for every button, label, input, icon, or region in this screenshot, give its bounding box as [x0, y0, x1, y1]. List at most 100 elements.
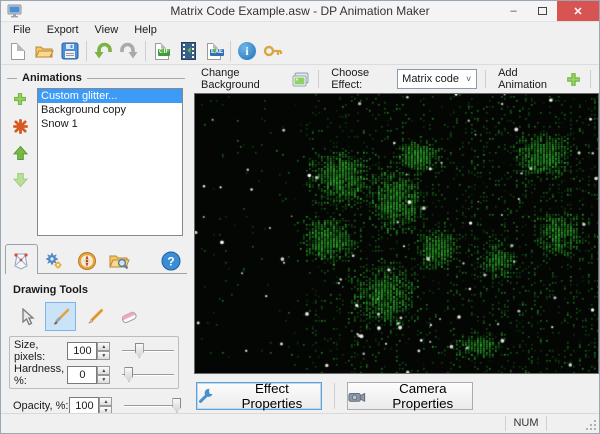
- resize-grip[interactable]: [585, 419, 597, 431]
- drawing-tools-title: Drawing Tools: [13, 284, 88, 296]
- toolbar-separator: [230, 41, 231, 61]
- size-value[interactable]: 100: [67, 342, 98, 360]
- spin-down-icon[interactable]: ▼: [97, 375, 111, 384]
- delete-animation-item-button[interactable]: [11, 117, 29, 135]
- export-gif-button[interactable]: GIF: [149, 39, 175, 63]
- redo-icon: [120, 42, 138, 59]
- slider-track: [122, 350, 174, 352]
- cursor-icon: [21, 307, 35, 325]
- camera-properties-label: Camera Properties: [392, 381, 454, 411]
- menu-file[interactable]: File: [5, 23, 39, 37]
- brush-icon: [53, 308, 69, 325]
- pencil-tool-button[interactable]: [79, 302, 110, 331]
- preview-canvas-frame: [194, 93, 599, 374]
- license-key-button[interactable]: [260, 39, 286, 63]
- save-button[interactable]: [57, 39, 83, 63]
- minimize-button[interactable]: –: [499, 1, 528, 21]
- slider-thumb[interactable]: [124, 367, 134, 382]
- effect-bar-separator: [590, 70, 591, 88]
- opacity-slider[interactable]: [124, 398, 182, 414]
- camera-properties-button[interactable]: Camera Properties: [347, 381, 473, 411]
- info-button[interactable]: i: [234, 39, 260, 63]
- tab-navigation[interactable]: [71, 248, 104, 274]
- new-file-button[interactable]: [5, 39, 31, 63]
- gears-icon: [45, 252, 63, 270]
- plus-icon: [14, 93, 26, 105]
- num-lock-indicator: NUM: [505, 416, 547, 431]
- tab-drawing-tools[interactable]: [5, 244, 38, 274]
- tab-browse-files[interactable]: [103, 248, 136, 274]
- list-item-snow-1[interactable]: Snow 1: [38, 117, 182, 131]
- brush-tool-button[interactable]: [45, 302, 76, 331]
- animation-list[interactable]: Custom glitter... Background copy Snow 1: [37, 88, 183, 236]
- animations-title: Animations: [22, 72, 82, 84]
- matrix-canvas[interactable]: [195, 94, 598, 373]
- effect-dropdown[interactable]: Matrix code ˅: [397, 69, 478, 89]
- list-item-custom-glitter[interactable]: Custom glitter...: [38, 89, 182, 103]
- export-video-icon: [180, 42, 197, 60]
- move-item-down-button[interactable]: [11, 171, 29, 189]
- effect-properties-button[interactable]: Effect Properties: [196, 381, 322, 411]
- animations-panel: Animations Custom glitter... Background …: [1, 66, 191, 433]
- size-spin-arrows[interactable]: ▲ ▼: [97, 342, 111, 360]
- size-spinner[interactable]: 100 ▲ ▼: [67, 342, 111, 360]
- export-gif-icon: GIF: [155, 42, 170, 60]
- eraser-tool-button[interactable]: [113, 302, 144, 331]
- tab-effect-settings[interactable]: [38, 248, 71, 274]
- hardness-value[interactable]: 0: [67, 366, 98, 384]
- app-window: Matrix Code Example.asw - DP Animation M…: [0, 0, 600, 434]
- spin-up-icon[interactable]: ▲: [99, 397, 113, 406]
- export-video-button[interactable]: [175, 39, 201, 63]
- open-file-button[interactable]: [31, 39, 57, 63]
- change-background-button[interactable]: Change Background: [197, 67, 291, 91]
- spin-up-icon[interactable]: ▲: [97, 342, 111, 351]
- move-item-up-button[interactable]: [11, 144, 29, 162]
- effect-bar: Change Background Choose Effect: Matrix …: [191, 66, 599, 92]
- add-animation-plus-button[interactable]: [565, 71, 582, 88]
- slider-thumb[interactable]: [134, 343, 144, 358]
- svg-text:?: ?: [167, 255, 174, 269]
- background-image-icon: [292, 72, 309, 86]
- open-folder-icon: [35, 46, 54, 58]
- pencil-icon: [87, 308, 103, 324]
- properties-bar: Effect Properties Camera Properties: [191, 378, 599, 414]
- change-background-image-button[interactable]: [291, 71, 310, 88]
- menu-export[interactable]: Export: [39, 23, 87, 37]
- redo-button[interactable]: [116, 39, 142, 63]
- tab-help[interactable]: ?: [154, 248, 187, 274]
- size-slider[interactable]: [122, 343, 174, 359]
- up-arrow-icon: [12, 145, 28, 161]
- export-exe-button[interactable]: EXE: [201, 39, 227, 63]
- eraser-icon: [121, 311, 137, 323]
- opacity-label: Opacity, %:: [13, 400, 69, 412]
- down-arrow-icon: [12, 172, 28, 188]
- hardness-slider[interactable]: [122, 367, 174, 383]
- slider-thumb[interactable]: [172, 398, 182, 413]
- info-icon: i: [238, 42, 256, 60]
- hardness-spin-arrows[interactable]: ▲ ▼: [97, 366, 111, 384]
- header-rule: [7, 77, 17, 79]
- list-item-background-copy[interactable]: Background copy: [38, 103, 182, 117]
- statusbar: NUM: [1, 413, 599, 433]
- animation-list-controls: [9, 90, 31, 189]
- spin-up-icon[interactable]: ▲: [97, 366, 111, 375]
- preview-panel: Change Background Choose Effect: Matrix …: [191, 66, 599, 412]
- save-floppy-icon: [61, 42, 79, 60]
- select-tool-button[interactable]: [11, 302, 42, 331]
- new-document-icon: [11, 42, 25, 60]
- animations-header: Animations: [7, 72, 185, 84]
- export-exe-icon: EXE: [207, 42, 225, 60]
- brush-params-group: Size, pixels: 100 ▲ ▼ Hardness, %: 0 ▲ ▼: [9, 336, 179, 389]
- menu-help[interactable]: Help: [126, 23, 165, 37]
- camera-icon: [348, 392, 366, 402]
- add-animation-button[interactable]: Add Animation: [494, 67, 563, 91]
- add-animation-item-button[interactable]: [11, 90, 29, 108]
- folder-search-icon: [109, 255, 131, 269]
- close-button[interactable]: ✕: [557, 1, 599, 21]
- hardness-spinner[interactable]: 0 ▲ ▼: [67, 366, 111, 384]
- spin-down-icon[interactable]: ▼: [97, 351, 111, 360]
- maximize-button[interactable]: [528, 1, 557, 21]
- undo-button[interactable]: [90, 39, 116, 63]
- maximize-icon: [538, 7, 547, 15]
- menu-view[interactable]: View: [87, 23, 127, 37]
